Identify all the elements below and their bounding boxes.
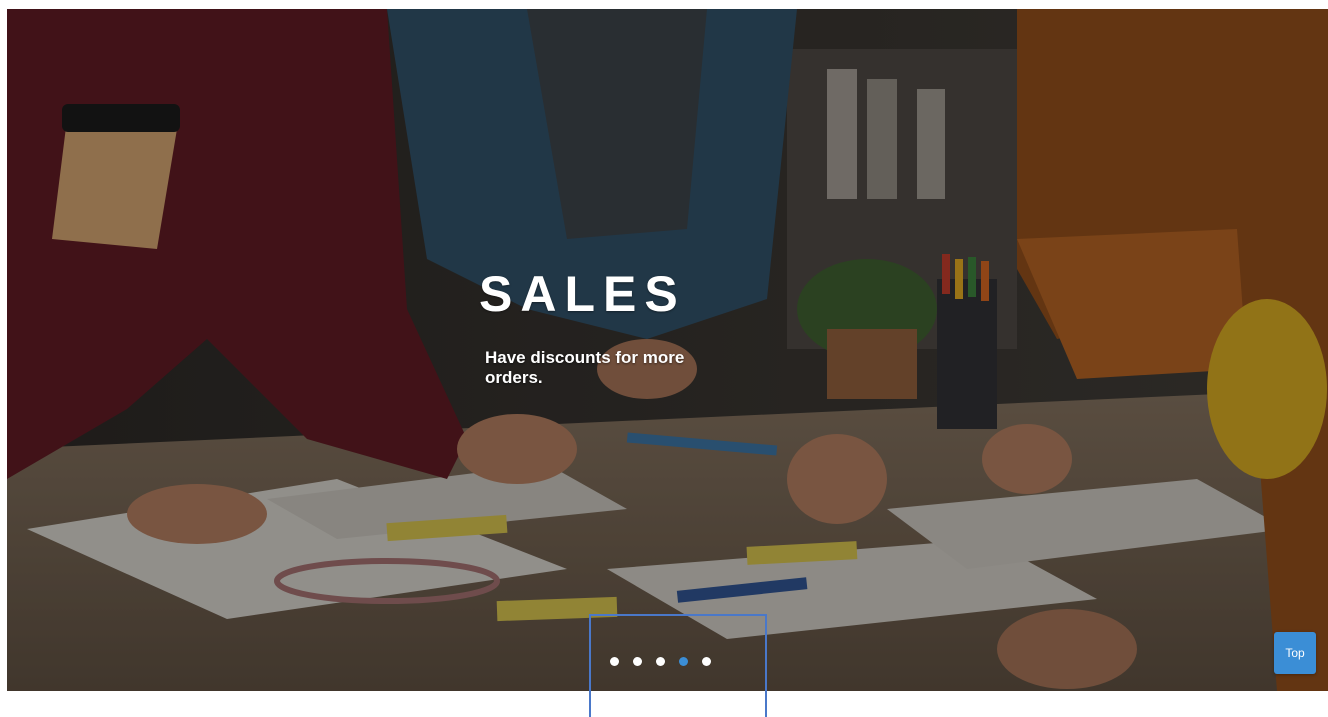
carousel-dot-2[interactable] [633, 657, 642, 666]
back-to-top-button[interactable]: Top [1274, 632, 1316, 674]
carousel-dot-3[interactable] [656, 657, 665, 666]
hero-carousel: SALES Have discounts for more orders. [7, 9, 1328, 691]
carousel-dot-5[interactable] [702, 657, 711, 666]
hero-caption: SALES Have discounts for more orders. [479, 264, 799, 388]
carousel-indicators [610, 657, 711, 666]
carousel-dot-4[interactable] [679, 657, 688, 666]
hero-subtitle: Have discounts for more orders. [485, 348, 685, 387]
hero-title: SALES [479, 266, 686, 322]
back-to-top-label: Top [1285, 646, 1305, 660]
carousel-dot-1[interactable] [610, 657, 619, 666]
